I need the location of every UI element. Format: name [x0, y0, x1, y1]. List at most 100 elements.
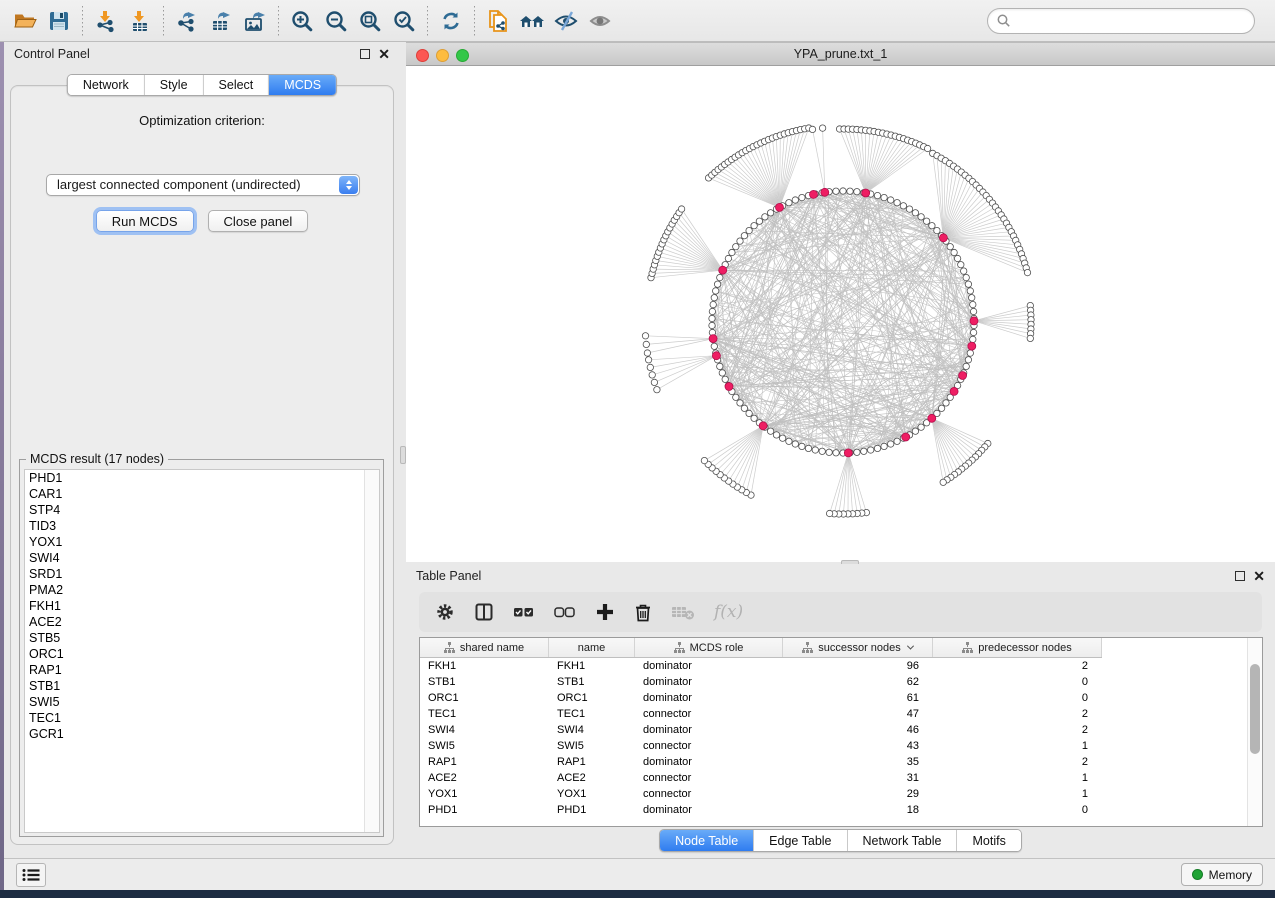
close-panel-icon[interactable]: ✕ — [1253, 571, 1265, 581]
mcds-result-item[interactable]: SRD1 — [25, 566, 379, 582]
table-panel-titlebar: Table Panel ✕ — [406, 564, 1275, 588]
table-cell: STB1 — [420, 676, 549, 688]
show-all-button[interactable] — [583, 4, 617, 38]
select-all-button[interactable] — [513, 602, 535, 622]
mcds-result-item[interactable]: TEC1 — [25, 710, 379, 726]
table-row[interactable]: TEC1TEC1connector472 — [420, 706, 1262, 722]
column-header-shared-name[interactable]: shared name — [420, 638, 549, 657]
zoom-in-button[interactable] — [285, 4, 319, 38]
export-image-button[interactable] — [238, 4, 272, 38]
tab-mcds[interactable]: MCDS — [268, 75, 336, 95]
tab-style[interactable]: Style — [144, 75, 203, 95]
network-graph[interactable] — [406, 66, 1275, 562]
mcds-result-item[interactable]: GCR1 — [25, 726, 379, 742]
table-cell: 1 — [933, 788, 1102, 800]
memory-button[interactable]: Memory — [1181, 863, 1263, 886]
mcds-result-item[interactable]: SWI4 — [25, 550, 379, 566]
float-panel-icon[interactable] — [360, 49, 370, 59]
network-view[interactable] — [406, 66, 1275, 562]
refresh-view-button[interactable] — [434, 4, 468, 38]
search-input[interactable] — [1012, 11, 1246, 31]
zoom-out-button[interactable] — [319, 4, 353, 38]
table-row[interactable]: RAP1RAP1dominator352 — [420, 754, 1262, 770]
export-network-button[interactable] — [170, 4, 204, 38]
first-neighbors-button[interactable] — [515, 4, 549, 38]
table-cell: 46 — [783, 724, 933, 736]
column-header-MCDS-role[interactable]: MCDS role — [635, 638, 783, 657]
scrollbar-thumb[interactable] — [1250, 664, 1260, 754]
mcds-result-item[interactable]: FKH1 — [25, 598, 379, 614]
tab-node-table[interactable]: Node Table — [660, 830, 753, 851]
close-panel-button[interactable]: Close panel — [208, 210, 309, 232]
function-builder-button[interactable]: f(x) — [714, 602, 743, 622]
table-row[interactable]: YOX1YOX1connector291 — [420, 786, 1262, 802]
close-window-icon[interactable] — [416, 49, 429, 62]
tab-network-table[interactable]: Network Table — [847, 830, 957, 851]
table-row[interactable]: SWI4SWI4dominator462 — [420, 722, 1262, 738]
tab-motifs[interactable]: Motifs — [956, 830, 1020, 851]
open-file-button[interactable] — [8, 4, 42, 38]
criterion-selected-value: largest connected component (undirected) — [57, 177, 301, 192]
delete-table-button[interactable] — [671, 603, 695, 621]
unchecked-boxes-icon — [554, 602, 576, 622]
table-scrollbar[interactable] — [1247, 638, 1262, 826]
toolbar-separator — [82, 6, 83, 36]
table-cell: ACE2 — [420, 772, 549, 784]
mcds-result-item[interactable]: RAP1 — [25, 662, 379, 678]
maximize-window-icon[interactable] — [456, 49, 469, 62]
table-cell: SWI4 — [420, 724, 549, 736]
mcds-result-item[interactable]: ORC1 — [25, 646, 379, 662]
new-network-from-selection-button[interactable] — [481, 4, 515, 38]
float-panel-icon[interactable] — [1235, 571, 1245, 581]
table-cell: 61 — [783, 692, 933, 704]
mcds-result-item[interactable]: PMA2 — [25, 582, 379, 598]
criterion-select[interactable]: largest connected component (undirected) — [46, 174, 360, 196]
mcds-result-item[interactable]: PHD1 — [25, 470, 379, 486]
column-header-name[interactable]: name — [549, 638, 635, 657]
table-options-gear-button[interactable] — [435, 602, 455, 622]
import-table-button[interactable] — [123, 4, 157, 38]
show-column-button[interactable] — [474, 602, 494, 622]
mcds-result-item[interactable]: YOX1 — [25, 534, 379, 550]
run-mcds-button[interactable]: Run MCDS — [96, 210, 194, 232]
table-cell: 2 — [933, 724, 1102, 736]
delete-column-button[interactable] — [634, 602, 652, 622]
hide-selected-button[interactable] — [549, 4, 583, 38]
deselect-all-button[interactable] — [554, 602, 576, 622]
minimize-window-icon[interactable] — [436, 49, 449, 62]
mcds-result-item[interactable]: SWI5 — [25, 694, 379, 710]
table-row[interactable]: ORC1ORC1dominator610 — [420, 690, 1262, 706]
mcds-result-item[interactable]: STB5 — [25, 630, 379, 646]
import-network-button[interactable] — [89, 4, 123, 38]
column-header-successor-nodes[interactable]: successor nodes — [783, 638, 933, 657]
save-icon — [46, 8, 72, 34]
zoom-fit-button[interactable] — [353, 4, 387, 38]
mcds-result-item[interactable]: TID3 — [25, 518, 379, 534]
zoom-selected-button[interactable] — [387, 4, 421, 38]
mcds-result-item[interactable]: ACE2 — [25, 614, 379, 630]
tab-select[interactable]: Select — [203, 75, 269, 95]
task-history-button[interactable] — [16, 863, 46, 887]
table-row[interactable]: PHD1PHD1dominator180 — [420, 802, 1262, 818]
tab-edge-table[interactable]: Edge Table — [753, 830, 846, 851]
table-cell: TEC1 — [420, 708, 549, 720]
export-table-button[interactable] — [204, 4, 238, 38]
tab-network[interactable]: Network — [68, 75, 144, 95]
import-network-icon — [93, 8, 119, 34]
close-panel-icon[interactable]: ✕ — [378, 49, 390, 59]
list-scrollbar[interactable] — [364, 470, 379, 832]
search-box[interactable] — [987, 8, 1255, 34]
mcds-result-item[interactable]: CAR1 — [25, 486, 379, 502]
table-row[interactable]: ACE2ACE2connector311 — [420, 770, 1262, 786]
save-session-button[interactable] — [42, 4, 76, 38]
column-header-predecessor-nodes[interactable]: predecessor nodes — [933, 638, 1102, 657]
table-row[interactable]: SWI5SWI5connector431 — [420, 738, 1262, 754]
add-column-button[interactable] — [595, 602, 615, 622]
mcds-result-item[interactable]: STB1 — [25, 678, 379, 694]
table-row[interactable]: FKH1FKH1dominator962 — [420, 658, 1262, 674]
mcds-result-item[interactable]: STP4 — [25, 502, 379, 518]
mcds-result-title: MCDS result (17 nodes) — [26, 452, 168, 466]
table-row[interactable]: STB1STB1dominator620 — [420, 674, 1262, 690]
table-cell: 2 — [933, 756, 1102, 768]
columns-icon — [474, 602, 494, 622]
